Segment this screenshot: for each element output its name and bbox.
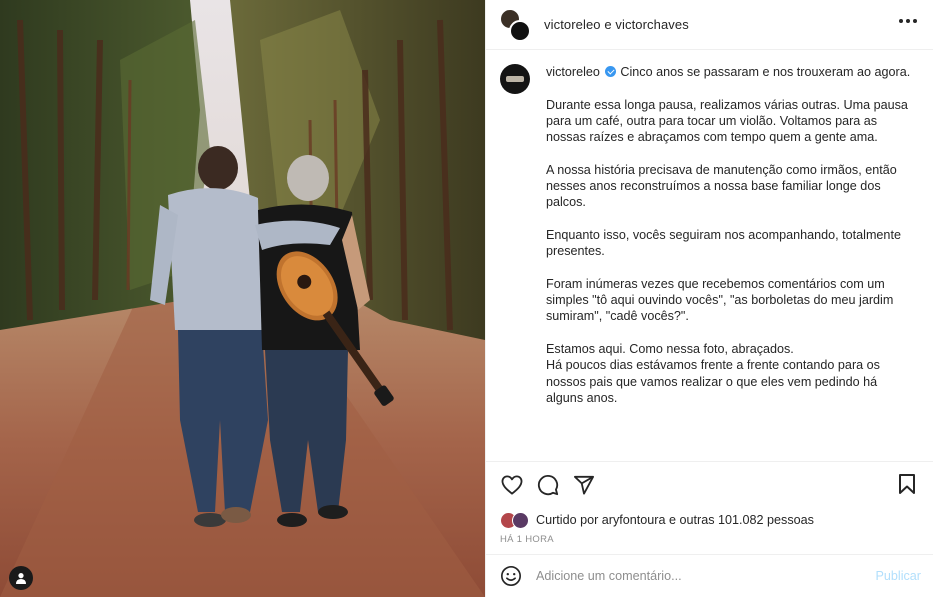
post-actions-area: Curtido por aryfontoura e outras 101.082… bbox=[486, 461, 933, 545]
avatar[interactable] bbox=[500, 64, 530, 94]
caption-paragraph: A nossa história precisava de manutenção… bbox=[546, 162, 897, 210]
post-timestamp[interactable]: HÁ 1 HORA bbox=[486, 530, 933, 545]
author-avatars[interactable] bbox=[500, 8, 532, 42]
tagged-users-icon[interactable] bbox=[9, 566, 33, 590]
share-icon[interactable] bbox=[572, 473, 596, 497]
caption-text: victoreleo Cinco anos se passaram e nos … bbox=[546, 64, 911, 461]
post-authors[interactable]: victoreleo e victorchaves bbox=[544, 17, 689, 32]
caption-paragraph: Estamos aqui. Como nessa foto, abraçados… bbox=[546, 342, 794, 357]
heart-icon[interactable] bbox=[500, 473, 524, 497]
caption-paragraph: Durante essa longa pausa, realizamos vár… bbox=[546, 97, 908, 145]
comment-bar: Publicar bbox=[486, 554, 933, 597]
avatar[interactable] bbox=[512, 512, 529, 529]
likes-count[interactable]: Curtido por aryfontoura e outras 101.082… bbox=[536, 513, 814, 527]
caption-first-line: Cinco anos se passaram e nos trouxeram a… bbox=[620, 65, 911, 79]
post-side-panel: victoreleo e victorchaves victoreleo Cin… bbox=[485, 0, 933, 597]
post-photo[interactable] bbox=[0, 0, 485, 597]
comment-icon[interactable] bbox=[536, 473, 560, 497]
caption-area[interactable]: victoreleo Cinco anos se passaram e nos … bbox=[486, 51, 933, 461]
verified-badge-icon bbox=[605, 66, 617, 77]
caption-username[interactable]: victoreleo bbox=[546, 65, 600, 79]
action-bar bbox=[486, 462, 933, 508]
more-horizontal-icon[interactable] bbox=[899, 19, 917, 23]
caption-paragraph: Há poucos dias estávamos frente a frente… bbox=[546, 358, 880, 405]
caption-paragraph: Enquanto isso, vocês seguiram nos acompa… bbox=[546, 227, 901, 259]
likes-row[interactable]: Curtido por aryfontoura e outras 101.082… bbox=[486, 510, 933, 530]
post-image bbox=[0, 0, 485, 597]
liker-avatars[interactable] bbox=[500, 511, 534, 529]
bookmark-icon[interactable] bbox=[897, 473, 919, 497]
post-header: victoreleo e victorchaves bbox=[486, 0, 933, 50]
publish-button[interactable]: Publicar bbox=[876, 569, 922, 583]
caption-paragraph: Foram inúmeras vezes que recebemos comen… bbox=[546, 276, 894, 324]
emoji-icon[interactable] bbox=[500, 565, 522, 587]
avatar[interactable] bbox=[509, 19, 531, 42]
comment-input[interactable] bbox=[536, 569, 876, 583]
